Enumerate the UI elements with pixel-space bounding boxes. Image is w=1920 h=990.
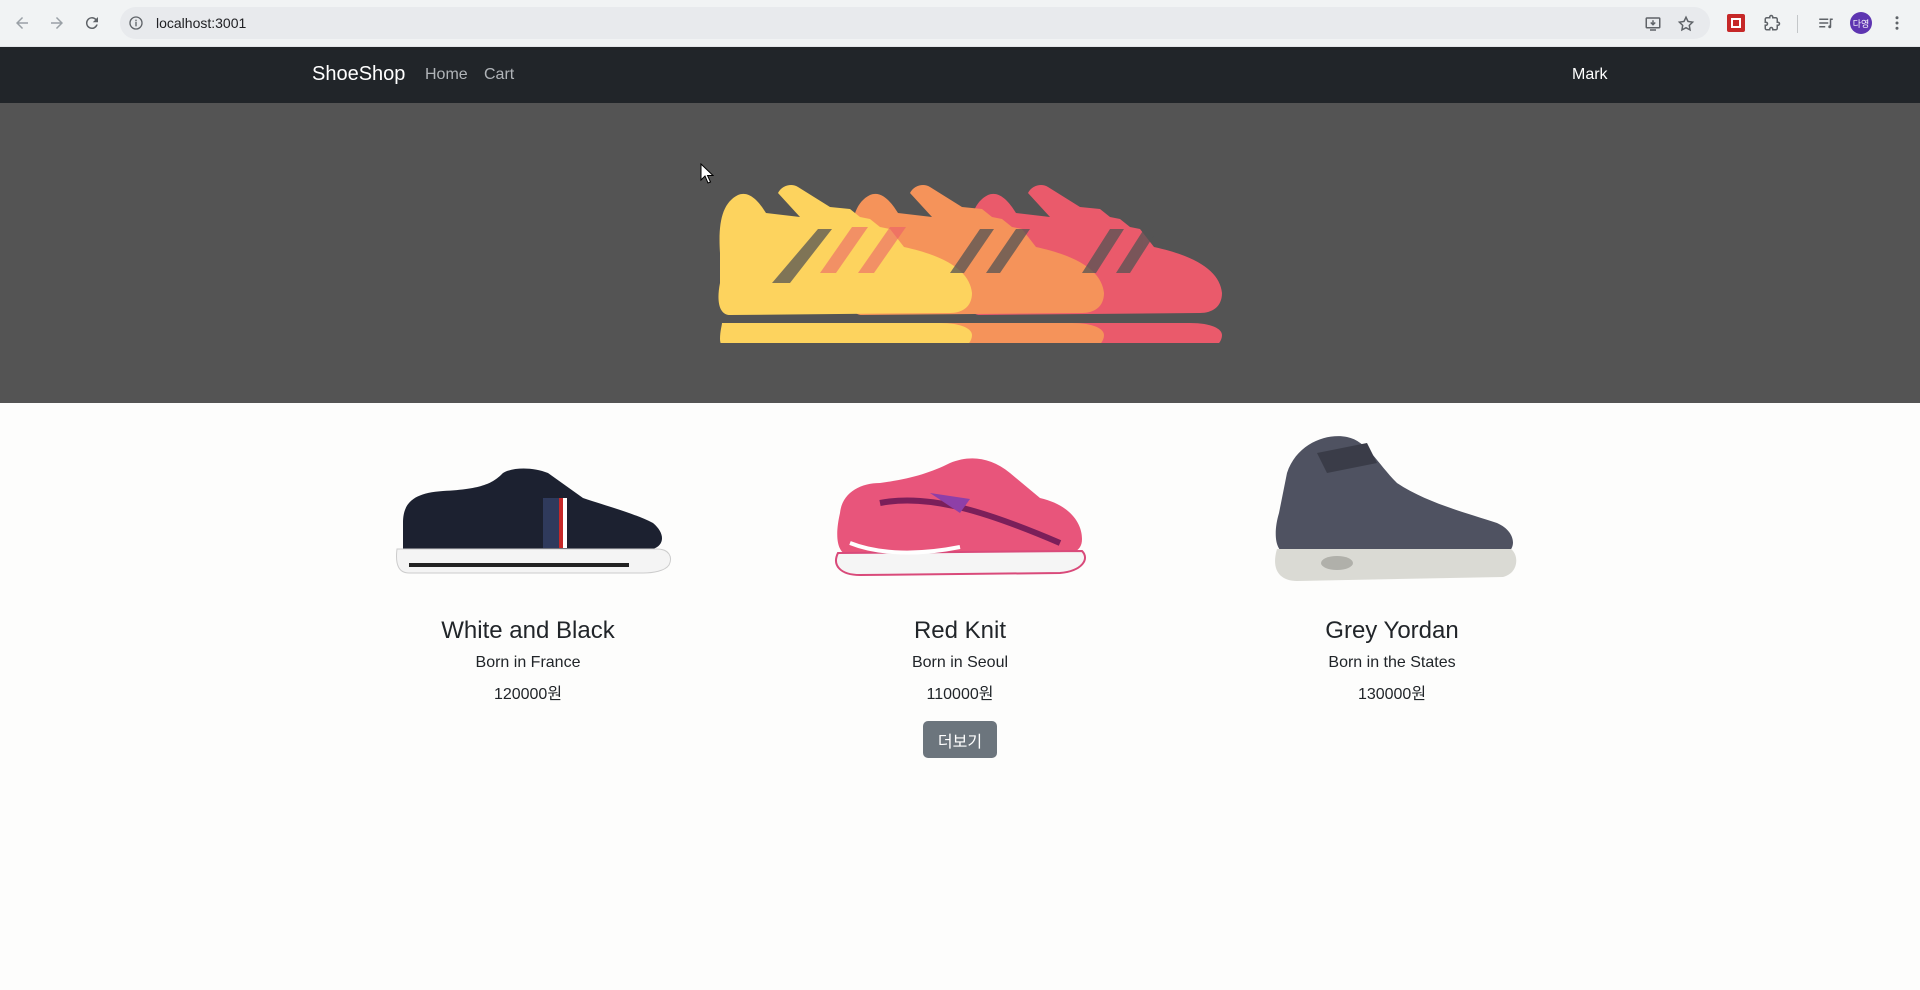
media-queue-icon[interactable] [1815,12,1837,34]
product-origin: Born in France [475,653,581,671]
product-title: Grey Yordan [1325,617,1459,644]
back-button[interactable] [8,9,36,37]
product-image[interactable] [744,403,1176,593]
product-card[interactable]: Grey Yordan Born in the States 130000원 [1176,403,1608,704]
product-origin: Born in Seoul [911,653,1009,671]
extension-red-icon[interactable] [1725,12,1747,34]
pink-running-shoe-image [835,458,1087,577]
nav-link-home[interactable]: Home [425,66,468,84]
reload-button[interactable] [78,9,106,37]
product-title: Red Knit [913,617,1007,644]
toolbar-divider [1797,15,1798,33]
brand-link[interactable]: ShoeShop [312,63,405,86]
hero-banner [0,103,1920,403]
product-card[interactable]: Red Knit Born in Seoul 110000원 [744,403,1176,704]
product-price: 120000원 [493,685,563,703]
url-text: localhost:3001 [156,15,247,31]
mouse-cursor-icon [700,163,714,184]
address-bar[interactable]: localhost:3001 [120,7,1710,39]
arrow-left-icon [16,17,28,29]
product-price: 110000원 [926,685,994,703]
arrow-right-icon [51,17,63,29]
black-sneaker-image [396,468,671,574]
profile-avatar[interactable]: 다영 [1850,12,1872,34]
menu-kebab-icon[interactable] [1886,12,1908,34]
product-price: 130000원 [1357,685,1427,703]
product-image[interactable] [1176,403,1608,593]
install-app-icon[interactable] [1644,15,1662,33]
browser-toolbar: localhost:3001 다영 [0,0,1920,47]
nav-link-cart[interactable]: Cart [484,66,514,84]
grey-high-top-image [1275,436,1517,581]
bookmark-star-icon[interactable] [1677,15,1695,33]
product-image[interactable] [312,403,744,593]
app-navbar: ShoeShop Home Cart Mark [0,47,1920,103]
product-card[interactable]: White and Black Born in France 120000원 [312,403,744,704]
user-name[interactable]: Mark [1572,66,1608,84]
info-icon [129,16,143,30]
reload-icon [85,17,98,30]
product-title: White and Black [441,617,615,644]
load-more-button[interactable]: 더보기 [923,721,997,758]
shoes-logo-illustration [718,185,1222,343]
product-origin: Born in the States [1328,653,1456,671]
forward-button[interactable] [43,9,71,37]
extensions-puzzle-icon[interactable] [1761,12,1783,34]
